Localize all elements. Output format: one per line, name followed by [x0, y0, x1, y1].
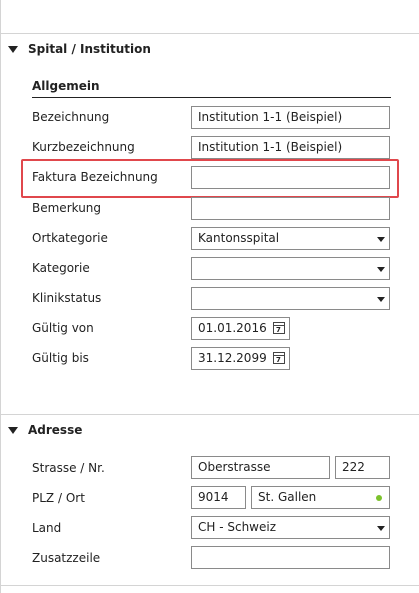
bemerkung-label: Bemerkung: [32, 201, 102, 215]
divider: [0, 33, 419, 34]
gueltig-bis-date[interactable]: 31.12.2099 7: [191, 347, 290, 370]
chevron-down-icon[interactable]: [377, 237, 385, 242]
subsection-underline: [32, 97, 391, 98]
panel-left-border: [0, 0, 1, 593]
klinikstatus-label: Klinikstatus: [32, 291, 102, 305]
section-header-spital[interactable]: Spital / Institution: [8, 42, 151, 56]
chevron-down-icon[interactable]: [377, 297, 385, 302]
faktura-bezeichnung-input[interactable]: [191, 166, 390, 189]
bemerkung-input[interactable]: [191, 197, 390, 220]
kategorie-label: Kategorie: [32, 261, 90, 275]
calendar-icon[interactable]: 7: [273, 352, 285, 364]
chevron-down-icon[interactable]: [377, 267, 385, 272]
zusatzzeile-label: Zusatzzeile: [32, 551, 101, 565]
faktura-bezeichnung-label: Faktura Bezeichnung: [32, 170, 158, 184]
ort-input[interactable]: St. Gallen: [251, 486, 390, 509]
gueltig-bis-value: 31.12.2099: [198, 351, 267, 365]
strasse-input[interactable]: Oberstrasse: [191, 456, 330, 479]
divider: [0, 414, 419, 415]
section-title: Adresse: [28, 423, 83, 437]
calendar-icon[interactable]: 7: [273, 322, 285, 334]
bezeichnung-label: Bezeichnung: [32, 110, 110, 124]
gueltig-bis-label: Gültig bis: [32, 351, 89, 365]
bezeichnung-input[interactable]: Institution 1-1 (Beispiel): [191, 106, 390, 129]
section-header-adresse[interactable]: Adresse: [8, 423, 82, 437]
zusatzzeile-input[interactable]: [191, 546, 390, 569]
klinikstatus-select[interactable]: [191, 287, 390, 310]
gueltig-von-date[interactable]: 01.01.2016 7: [191, 317, 290, 340]
plz-input[interactable]: 9014: [191, 486, 246, 509]
hausnummer-input[interactable]: 222: [335, 456, 390, 479]
kategorie-select[interactable]: [191, 257, 390, 280]
land-select[interactable]: CH - Schweiz: [191, 516, 390, 539]
ortkategorie-value: Kantonsspital: [198, 231, 280, 245]
subsection-title-allgemein: Allgemein: [32, 79, 100, 93]
section-title: Spital / Institution: [28, 42, 151, 56]
chevron-down-icon[interactable]: [377, 526, 385, 531]
status-dot-icon: [376, 495, 382, 501]
ortkategorie-select[interactable]: Kantonsspital: [191, 227, 390, 250]
collapse-triangle-icon[interactable]: [8, 426, 18, 434]
gueltig-von-label: Gültig von: [32, 321, 94, 335]
kurzbezeichnung-input[interactable]: Institution 1-1 (Beispiel): [191, 136, 390, 159]
collapse-triangle-icon[interactable]: [8, 45, 18, 53]
land-label: Land: [32, 521, 62, 535]
gueltig-von-value: 01.01.2016: [198, 321, 267, 335]
plz-ort-label: PLZ / Ort: [32, 491, 85, 505]
ortkategorie-label: Ortkategorie: [32, 231, 108, 245]
ort-value: St. Gallen: [258, 490, 317, 504]
divider: [0, 585, 419, 586]
kurzbezeichnung-label: Kurzbezeichnung: [32, 140, 135, 154]
strasse-label: Strasse / Nr.: [32, 461, 105, 475]
land-value: CH - Schweiz: [198, 520, 277, 534]
